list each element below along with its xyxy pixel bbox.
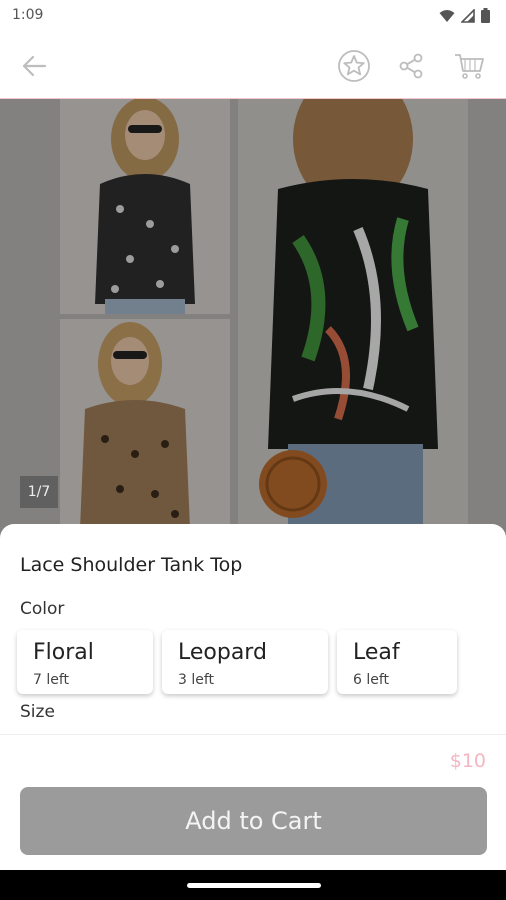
color-option-leopard[interactable]: Leopard 3 left	[162, 630, 328, 694]
arrow-left-icon	[22, 55, 47, 77]
signal-icon	[461, 8, 475, 23]
product-title: Lace Shoulder Tank Top	[20, 554, 243, 576]
status-icons	[439, 8, 490, 23]
home-gesture-handle[interactable]	[187, 883, 321, 888]
add-to-cart-button[interactable]: Add to Cart	[20, 787, 487, 855]
cart-button[interactable]	[449, 46, 489, 86]
size-label: Size	[20, 702, 55, 722]
system-nav-bar	[0, 870, 506, 900]
top-app-bar	[0, 32, 506, 99]
product-price: $10	[449, 750, 486, 772]
color-option-stock: 3 left	[178, 672, 215, 688]
share-icon	[399, 53, 423, 79]
status-bar: 1:09	[0, 0, 506, 32]
image-counter: 1/7	[20, 476, 58, 508]
product-image-gallery[interactable]: 1/7	[0, 99, 506, 539]
product-options-sheet: Lace Shoulder Tank Top Color Floral 7 le…	[0, 524, 506, 900]
status-time: 1:09	[12, 7, 44, 23]
color-option-name: Leaf	[353, 640, 400, 665]
color-option-name: Leopard	[178, 640, 267, 665]
color-option-leaf[interactable]: Leaf 6 left	[337, 630, 457, 694]
battery-icon	[481, 8, 490, 23]
back-button[interactable]	[14, 46, 54, 86]
color-option-stock: 6 left	[353, 672, 390, 688]
color-label: Color	[20, 599, 65, 619]
share-button[interactable]	[391, 46, 431, 86]
color-option-stock: 7 left	[33, 672, 70, 688]
color-option-name: Floral	[33, 640, 94, 665]
gallery-dim-overlay	[0, 99, 506, 539]
favorite-button[interactable]	[334, 46, 374, 86]
wifi-icon	[439, 9, 455, 22]
color-option-floral[interactable]: Floral 7 left	[17, 630, 153, 694]
shopping-cart-icon	[455, 54, 484, 79]
star-icon	[338, 50, 370, 82]
divider	[0, 734, 506, 735]
